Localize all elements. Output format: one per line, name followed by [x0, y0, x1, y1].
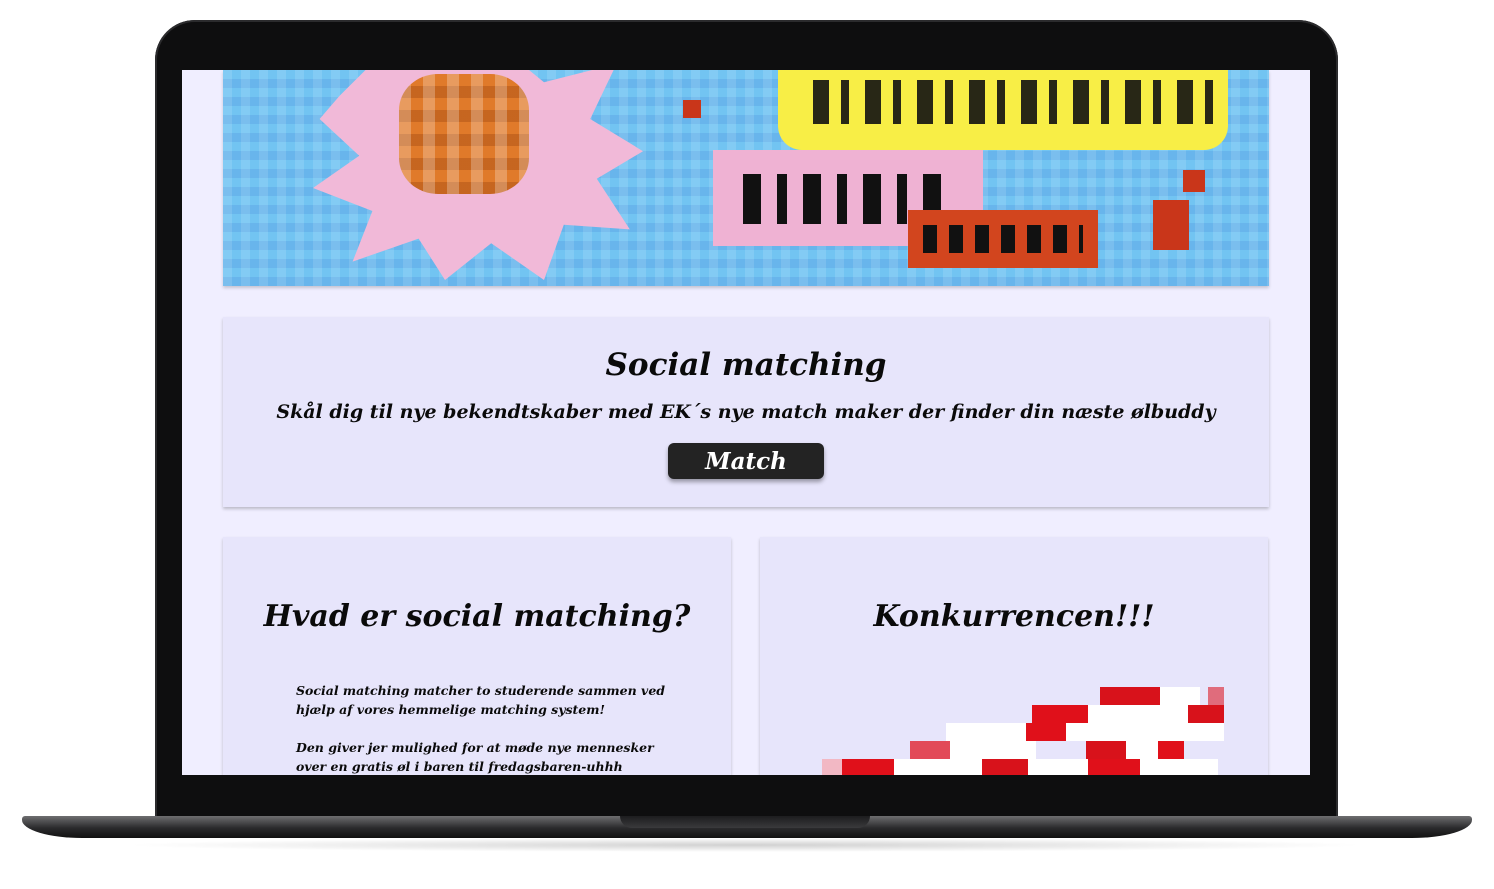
competition-image-pixel [1028, 759, 1088, 775]
banner-red-splat [683, 100, 701, 118]
competition-image-pixel [1032, 705, 1088, 723]
competition-image-pixel [894, 759, 982, 775]
competition-image-pixel [1100, 687, 1160, 707]
competition-card: Konkurrencen!!! [760, 537, 1268, 775]
competition-image-pixel [946, 723, 1026, 741]
competition-image-pixel [1188, 705, 1224, 723]
hero-subtitle: Skål dig til nye bekendtskaber med EK´s … [276, 401, 1216, 423]
competition-image-pixel [1126, 741, 1158, 759]
info-card: Hvad er social matching? Social matching… [223, 537, 731, 775]
info-paragraph-2-line-2: over en gratis øl i baren til fredagsbar… [296, 759, 623, 774]
competition-image-pixel [1026, 723, 1066, 741]
banner-disco-ball [399, 74, 529, 194]
competition-image-pixel [910, 741, 950, 759]
browser-viewport: Social matching Skål dig til nye bekendt… [182, 70, 1310, 775]
competition-image-pixel [1086, 741, 1126, 759]
competition-image-pixel [1158, 741, 1184, 759]
competition-image-pixel [982, 759, 1028, 775]
event-banner-image [223, 70, 1269, 286]
banner-red-splat [1183, 170, 1205, 192]
competition-image-pixel [842, 759, 894, 775]
info-paragraph-2: Den giver jer mulighed for at møde nye m… [296, 738, 676, 775]
competition-card-title: Konkurrencen!!! [873, 599, 1155, 634]
competition-image-pixel [950, 741, 1036, 759]
banner-pixel-tag [923, 225, 1083, 253]
competition-image-pixel [1140, 759, 1218, 775]
social-matching-hero: Social matching Skål dig til nye bekendt… [223, 317, 1269, 507]
competition-image-pixel [1088, 759, 1140, 775]
match-button[interactable]: Match [668, 443, 824, 479]
competition-image-pixel [822, 759, 842, 775]
competition-image-pixel [1088, 705, 1188, 723]
info-card-title: Hvad er social matching? [263, 599, 691, 634]
banner-pixel-lettering [813, 80, 1213, 124]
banner-red-splat [1153, 200, 1189, 250]
info-paragraph-2-line-1: Den giver jer mulighed for at møde nye m… [296, 740, 654, 755]
competition-image-pixel [1160, 687, 1200, 707]
competition-image-pixel [1066, 723, 1224, 741]
info-paragraph-1: Social matching matcher to studerende sa… [296, 681, 676, 719]
info-paragraph-1-line-2: hjælp af vores hemmelige matching system… [296, 702, 605, 717]
laptop-notch [620, 816, 870, 828]
competition-image-pixel [1208, 687, 1224, 707]
info-paragraph-1-line-1: Social matching matcher to studerende sa… [296, 683, 666, 698]
page-title: Social matching [605, 347, 887, 383]
laptop-shadow [120, 838, 1370, 852]
